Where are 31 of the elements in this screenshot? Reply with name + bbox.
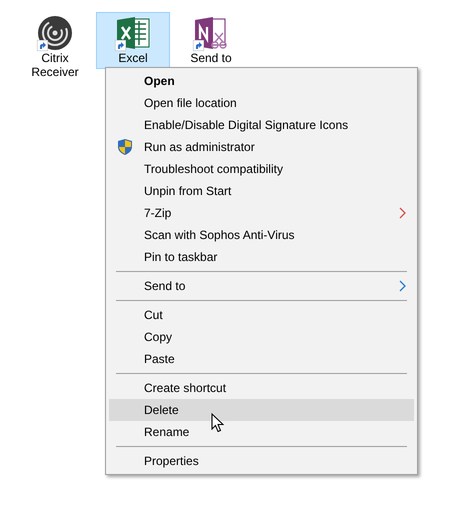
icon-label: Citrix Receiver xyxy=(30,51,80,79)
desktop-icon[interactable]: Citrix Receiver xyxy=(18,12,92,80)
menu-item[interactable]: Paste xyxy=(109,348,414,370)
menu-item[interactable]: Rename xyxy=(109,421,414,443)
menu-item[interactable]: Copy xyxy=(109,326,414,348)
concentric-circles-icon xyxy=(37,15,73,51)
menu-item[interactable]: Delete xyxy=(109,399,414,421)
menu-item[interactable]: Pin to taskbar xyxy=(109,246,414,268)
shortcut-arrow-icon xyxy=(193,40,204,51)
icon-label: Send to xyxy=(189,51,233,65)
menu-item[interactable]: Cut xyxy=(109,304,414,326)
menu-item[interactable]: Open xyxy=(109,70,414,92)
spreadsheet-icon xyxy=(115,15,151,51)
menu-item[interactable]: Run as administrator xyxy=(109,136,414,158)
menu-item[interactable]: Open file location xyxy=(109,92,414,114)
desktop-icon[interactable]: Excel xyxy=(96,12,170,69)
shortcut-arrow-icon xyxy=(115,40,126,51)
menu-item[interactable]: Enable/Disable Digital Signature Icons xyxy=(109,114,414,136)
menu-item[interactable]: Scan with Sophos Anti-Virus xyxy=(109,224,414,246)
shortcut-arrow-icon xyxy=(37,40,48,51)
desktop-icon[interactable]: Send to xyxy=(174,12,248,69)
shield-icon xyxy=(118,139,132,155)
menu-item[interactable]: Properties xyxy=(109,450,414,472)
menu-item[interactable]: 7-Zip xyxy=(109,202,414,224)
menu-item[interactable]: Send to xyxy=(109,275,414,297)
mouse-pointer-icon xyxy=(211,413,224,433)
menu-item[interactable]: Troubleshoot compatibility xyxy=(109,158,414,180)
menu-item[interactable]: Create shortcut xyxy=(109,377,414,399)
notebook-scissors-icon xyxy=(193,15,229,51)
icon-label: Excel xyxy=(117,51,149,65)
menu-item[interactable]: Unpin from Start xyxy=(109,180,414,202)
